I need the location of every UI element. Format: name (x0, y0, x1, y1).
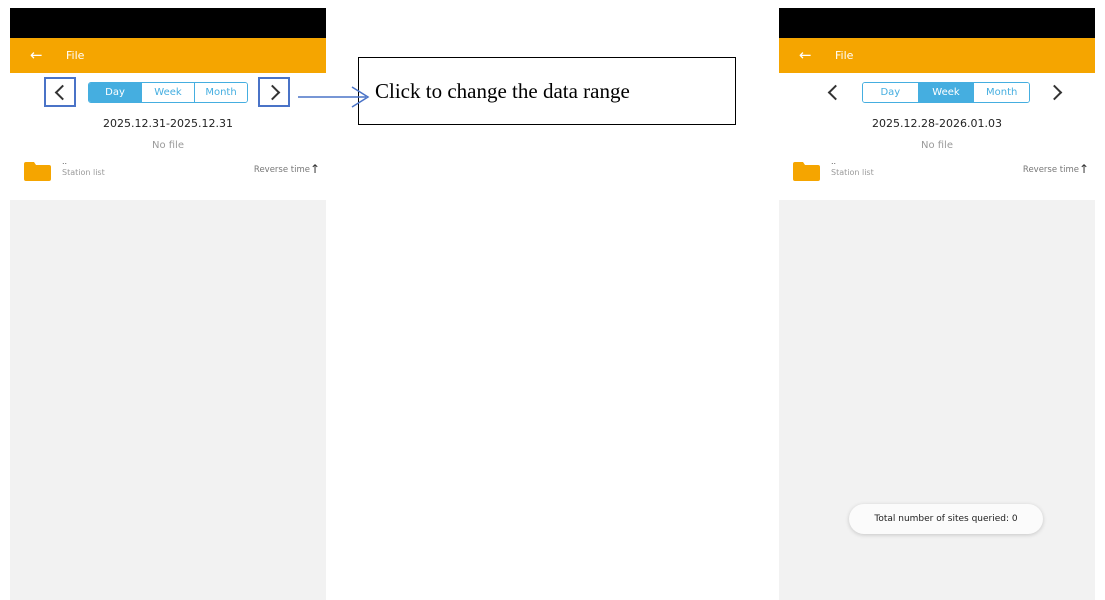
file-list-area: Total number of sites queried: 0 (779, 200, 1095, 600)
tab-week[interactable]: Week (141, 83, 194, 102)
app-bar: ← File (779, 38, 1095, 73)
tab-day[interactable]: Day (863, 83, 918, 102)
parent-folder-label: .. (62, 157, 68, 166)
left-phone-screen: ← File Day Week Month 2025.12.31-2025.12… (10, 8, 326, 600)
date-range-label: 2025.12.31-2025.12.31 (103, 117, 233, 130)
arrow-left-icon[interactable]: ← (30, 48, 46, 63)
page-title: File (835, 49, 854, 62)
previous-range-button[interactable] (817, 77, 849, 107)
tab-month[interactable]: Month (973, 83, 1029, 102)
sort-order-label[interactable]: Reverse time (1023, 165, 1079, 175)
chevron-left-icon (54, 84, 70, 100)
tab-week[interactable]: Week (917, 83, 974, 102)
status-bar (779, 8, 1095, 38)
parent-folder-label: .. (831, 157, 837, 166)
status-bar (10, 8, 326, 38)
folder-row[interactable]: .. Station list Reverse time ↑ (10, 157, 326, 189)
folder-row[interactable]: .. Station list Reverse time ↑ (779, 157, 1095, 189)
arrow-left-icon[interactable]: ← (799, 48, 815, 63)
file-list-area (10, 200, 326, 600)
station-list-label: Station list (831, 168, 874, 177)
station-list-label: Station list (62, 168, 105, 177)
previous-range-button[interactable] (44, 77, 76, 107)
date-range-controls: Day Week Month (10, 73, 326, 113)
annotation-callout: Click to change the data range (358, 57, 736, 125)
page-title: File (66, 49, 85, 62)
date-range-controls: Day Week Month (779, 73, 1095, 113)
next-range-button[interactable] (258, 77, 290, 107)
chevron-right-icon (1046, 84, 1062, 100)
arrow-up-icon[interactable]: ↑ (310, 162, 320, 176)
chevron-right-icon (264, 84, 280, 100)
tab-month[interactable]: Month (194, 83, 247, 102)
right-phone-screen: ← File Day Week Month 2025.12.28-2026.01… (779, 8, 1095, 600)
date-range-label: 2025.12.28-2026.01.03 (872, 117, 1002, 130)
empty-message: No file (151, 140, 184, 151)
period-tabs: Day Week Month (862, 82, 1030, 103)
sort-order-label[interactable]: Reverse time (254, 165, 310, 175)
period-tabs: Day Week Month (88, 82, 248, 103)
tab-day[interactable]: Day (89, 83, 141, 102)
app-bar: ← File (10, 38, 326, 73)
tutorial-canvas: ← File Day Week Month 2025.12.31-2025.12… (0, 0, 1105, 600)
chevron-left-icon (827, 84, 843, 100)
arrow-up-icon[interactable]: ↑ (1079, 162, 1089, 176)
folder-icon (24, 162, 51, 181)
next-range-button[interactable] (1040, 77, 1072, 107)
folder-icon (793, 162, 820, 181)
toast-message: Total number of sites queried: 0 (849, 504, 1043, 534)
empty-message: No file (920, 140, 953, 151)
